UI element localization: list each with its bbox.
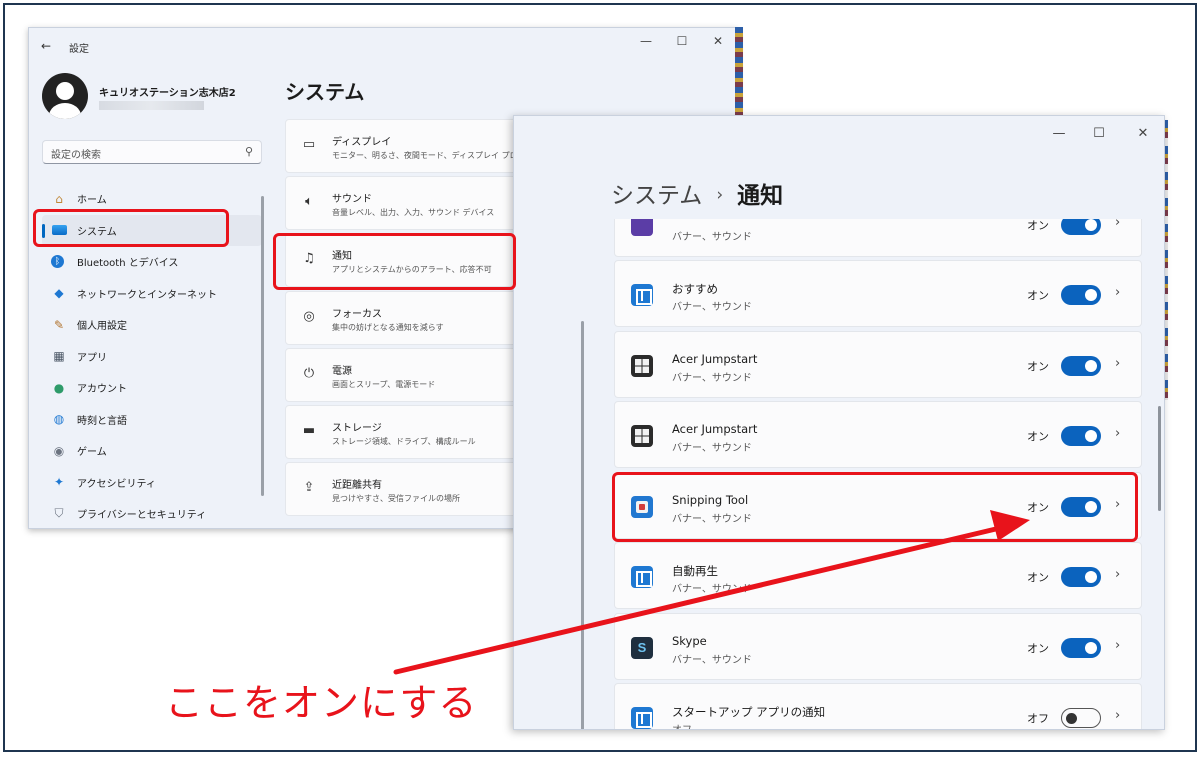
chevron-right-icon[interactable]: › <box>1115 708 1120 723</box>
accessibility-icon: ✦ <box>53 475 65 490</box>
app-blue-icon <box>631 566 653 588</box>
sidebar-item-apps[interactable]: ▦ アプリ <box>42 341 262 373</box>
gamepad-icon: ◉ <box>53 443 65 458</box>
breadcrumb-notifications: 通知 <box>737 183 784 209</box>
notifications-window: — ☐ ✕ システム › 通知 バナー、サウンド オン › おすすめ バナー、サウン… <box>513 115 1165 730</box>
wifi-icon: ◆ <box>54 286 64 301</box>
list-item-skype[interactable]: S Skype バナー、サウンド オン › <box>614 613 1142 680</box>
app-blue-icon <box>631 707 653 729</box>
notification-toggle[interactable] <box>1061 567 1101 587</box>
breadcrumb: システム › 通知 <box>611 176 783 210</box>
power-icon: ⏻ <box>303 365 315 381</box>
app-purple-icon <box>631 219 653 236</box>
sidebar-item-personalization[interactable]: ✎ 個人用設定 <box>42 309 262 341</box>
avatar[interactable] <box>42 73 88 119</box>
sidebar-item-bluetooth[interactable]: ᛒ Bluetooth とデバイス <box>42 246 262 278</box>
page-scrollbar-track <box>581 321 584 729</box>
notification-toggle[interactable] <box>1061 708 1101 728</box>
chevron-right-icon[interactable]: › <box>1115 426 1120 441</box>
bluetooth-icon: ᛒ <box>51 255 64 269</box>
chevron-right-icon[interactable]: › <box>1115 285 1120 300</box>
user-name: キュリオステーション志木店2 <box>99 88 236 99</box>
user-email-redacted <box>99 101 204 110</box>
sidebar-item-gaming[interactable]: ◉ ゲーム <box>42 435 262 467</box>
annotation-callout: ここをオンにする <box>165 681 478 725</box>
notification-toggle[interactable] <box>1061 426 1101 446</box>
minimize-icon[interactable]: — <box>635 34 657 48</box>
background-decoration <box>735 27 743 115</box>
list-item-acer-jumpstart-2[interactable]: Acer Jumpstart バナー、サウンド オン › <box>614 401 1142 468</box>
sidebar-item-time-language[interactable]: ◍ 時刻と言語 <box>42 404 262 436</box>
notification-toggle[interactable] <box>1061 638 1101 658</box>
back-arrow-icon[interactable]: ← <box>41 39 51 53</box>
breadcrumb-system[interactable]: システム <box>611 183 702 209</box>
list-item-app-0[interactable]: バナー、サウンド オン › <box>614 219 1142 257</box>
sidebar-item-privacy[interactable]: ⛉ プライバシーとセキュリティ <box>42 498 262 528</box>
list-item-acer-jumpstart[interactable]: Acer Jumpstart バナー、サウンド オン › <box>614 331 1142 398</box>
title-bar: ← 設定 — ☐ ✕ <box>29 28 737 64</box>
chevron-right-icon[interactable]: › <box>1115 219 1120 230</box>
app-grid-icon <box>631 425 653 447</box>
sidebar-scrollbar[interactable] <box>261 196 264 496</box>
minimize-icon[interactable]: — <box>1048 126 1070 141</box>
sidebar-item-accounts[interactable]: ● アカウント <box>42 372 262 404</box>
app-grid-icon <box>631 355 653 377</box>
close-icon[interactable]: ✕ <box>1132 126 1154 141</box>
chevron-right-icon[interactable]: › <box>1115 356 1120 371</box>
list-item-startup-apps[interactable]: スタートアップ アプリの通知 オフ オフ › <box>614 683 1142 729</box>
sidebar-item-network[interactable]: ◆ ネットワークとインターネット <box>42 278 262 310</box>
brush-icon: ✎ <box>53 317 65 332</box>
notification-toggle[interactable] <box>1061 285 1101 305</box>
shield-icon: ⛉ <box>54 506 64 521</box>
apps-icon: ▦ <box>53 349 65 364</box>
window-title: 設定 <box>69 44 89 55</box>
list-item-autoplay[interactable]: 自動再生 バナー、サウンド オン › <box>614 542 1142 609</box>
settings-search-input[interactable]: 設定の検索 ⚲ <box>42 140 262 164</box>
search-icon: ⚲ <box>244 145 253 158</box>
storage-icon: ▬ <box>302 422 316 438</box>
maximize-icon[interactable]: ☐ <box>671 34 693 48</box>
sound-icon: 🔈︎ <box>305 194 313 210</box>
sidebar-item-accessibility[interactable]: ✦ アクセシビリティ <box>42 467 262 499</box>
search-placeholder: 設定の検索 <box>51 150 101 161</box>
share-icon: ⇪ <box>303 480 315 496</box>
list-item-recommended[interactable]: おすすめ バナー、サウンド オン › <box>614 260 1142 327</box>
highlight-snipping-tool <box>612 472 1138 542</box>
home-icon: ⌂ <box>55 191 63 206</box>
focus-icon: ◎ <box>303 308 315 324</box>
chevron-right-icon[interactable]: › <box>1115 567 1120 582</box>
maximize-icon[interactable]: ☐ <box>1088 126 1110 141</box>
notification-toggle[interactable] <box>1061 356 1101 376</box>
globe-icon: ◍ <box>53 412 65 427</box>
notification-toggle[interactable] <box>1061 219 1101 235</box>
highlight-notifications <box>273 233 516 290</box>
display-icon: ▭ <box>302 137 316 152</box>
account-icon: ● <box>53 380 65 395</box>
page-title: システム <box>285 80 365 104</box>
page-scrollbar-thumb[interactable] <box>1158 406 1161 511</box>
highlight-system <box>33 209 229 247</box>
breadcrumb-chevron-icon: › <box>716 185 724 205</box>
chevron-right-icon[interactable]: › <box>1115 638 1120 653</box>
app-blue-icon <box>631 284 653 306</box>
close-icon[interactable]: ✕ <box>707 34 729 48</box>
skype-icon: S <box>631 637 653 659</box>
